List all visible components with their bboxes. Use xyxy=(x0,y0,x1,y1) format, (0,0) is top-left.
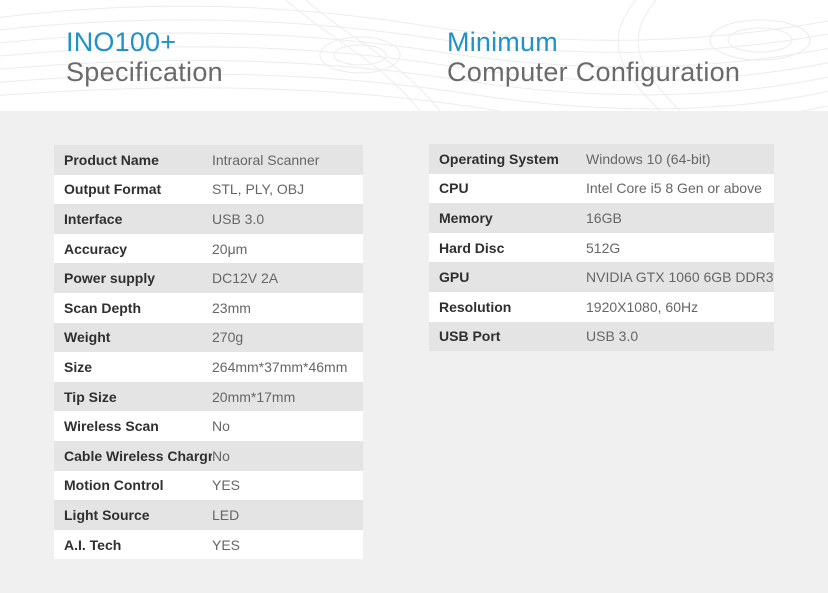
spec-label: Cable Wireless Chargre xyxy=(64,447,212,464)
spec-label: Accuracy xyxy=(64,240,128,257)
spec-label: Hard Disc xyxy=(439,239,505,256)
table-row: Product Name Intraoral Scanner xyxy=(54,145,363,175)
spec-label: Size xyxy=(64,358,93,375)
table-row: Power supply DC12V 2A xyxy=(54,263,363,293)
spec-label: Resolution xyxy=(439,298,512,315)
spec-value: 1920X1080, 60Hz xyxy=(586,298,699,315)
table-row: Tip Size 20mm*17mm xyxy=(54,381,363,412)
table-row: USB Port USB 3.0 xyxy=(429,321,774,352)
table-row: Hard Disc 512G xyxy=(429,232,774,263)
spec-value: LED xyxy=(212,506,240,523)
spec-label: Interface xyxy=(64,210,123,227)
table-row: Interface USB 3.0 xyxy=(54,204,363,234)
table-row: Light Source LED xyxy=(54,500,363,530)
specification-subtitle: Specification xyxy=(66,57,223,87)
spec-value: 20mm*17mm xyxy=(212,388,296,405)
spec-value: STL, PLY, OBJ xyxy=(212,181,305,198)
table-row: Wireless Scan No xyxy=(54,411,363,441)
table-row: Accuracy 20μm xyxy=(54,233,363,264)
spec-value: 16GB xyxy=(586,209,622,226)
spec-value: Windows 10 (64-bit) xyxy=(586,150,711,167)
spec-label: GPU xyxy=(439,269,470,286)
computer-config-subtitle: Computer Configuration xyxy=(447,57,741,87)
spec-label: Motion Control xyxy=(64,477,164,494)
spec-label: CPU xyxy=(439,180,469,197)
table-row: Resolution 1920X1080, 60Hz xyxy=(429,291,774,322)
page-header: INO100+ Specification Minimum Computer C… xyxy=(0,0,828,111)
spec-label: Wireless Scan xyxy=(64,418,159,435)
product-spec-table: Product Name Intraoral Scanner Output Form… xyxy=(54,145,363,560)
table-row: Scan Depth 23mm xyxy=(54,292,363,323)
spec-value: DC12V 2A xyxy=(212,270,279,287)
computer-config-heading: Minimum Computer Configuration xyxy=(447,27,740,87)
spec-value: USB 3.0 xyxy=(586,328,639,345)
spec-label: Weight xyxy=(64,329,111,346)
product-model-title: INO100+ xyxy=(66,27,177,57)
spec-label: A.I. Tech xyxy=(64,536,122,553)
table-row: Output Format STL, PLY, OBJ xyxy=(54,174,363,205)
spec-value: YES xyxy=(212,477,241,494)
spec-value: USB 3.0 xyxy=(212,210,265,227)
table-row: Operating System Windows 10 (64-bit) xyxy=(429,144,774,174)
computer-config-table: Operating System Windows 10 (64-bit) CPU In… xyxy=(429,144,774,352)
spec-value: Intel Core i5 8 Gen or above xyxy=(586,180,762,197)
table-row: Cable Wireless Chargre No xyxy=(54,440,363,471)
table-row: Motion Control YES xyxy=(54,470,363,501)
spec-value: 512G xyxy=(586,239,621,256)
spec-label: Output Format xyxy=(64,181,162,198)
spec-value: 270g xyxy=(212,329,244,346)
spec-label: Tip Size xyxy=(64,388,117,405)
table-row: Weight 270g xyxy=(54,322,363,353)
table-row: Size 264mm*37mm*46mm xyxy=(54,352,363,382)
table-row: A.I. Tech YES xyxy=(54,529,363,560)
spec-value: 264mm*37mm*46mm xyxy=(212,358,348,375)
specification-heading: INO100+ Specification xyxy=(66,27,223,87)
spec-label: Operating System xyxy=(439,150,559,167)
spec-label: Scan Depth xyxy=(64,299,142,316)
spec-label: Light Source xyxy=(64,506,150,523)
table-row: GPU NVIDIA GTX 1060 6GB DDR3 xyxy=(429,262,774,292)
computer-config-rows: Operating System Windows 10 (64-bit) CPU In… xyxy=(429,144,774,352)
spec-label: Product Name xyxy=(64,151,159,168)
spec-label: Memory xyxy=(439,209,493,226)
table-row: Memory 16GB xyxy=(429,203,774,233)
spec-value: 20μm xyxy=(212,240,248,257)
spec-value: Intraoral Scanner xyxy=(212,151,320,168)
spec-value: NVIDIA GTX 1060 6GB DDR3 xyxy=(586,269,774,286)
spec-value: No xyxy=(212,447,230,464)
product-spec-rows: Product Name Intraoral Scanner Output Form… xyxy=(54,145,363,560)
table-row: CPU Intel Core i5 8 Gen or above xyxy=(429,173,774,204)
spec-value: 23mm xyxy=(212,299,251,316)
spec-value: No xyxy=(212,418,230,435)
spec-label: USB Port xyxy=(439,328,501,345)
spec-value: YES xyxy=(212,536,241,553)
spec-label: Power supply xyxy=(64,270,156,287)
minimum-title: Minimum xyxy=(447,27,558,57)
